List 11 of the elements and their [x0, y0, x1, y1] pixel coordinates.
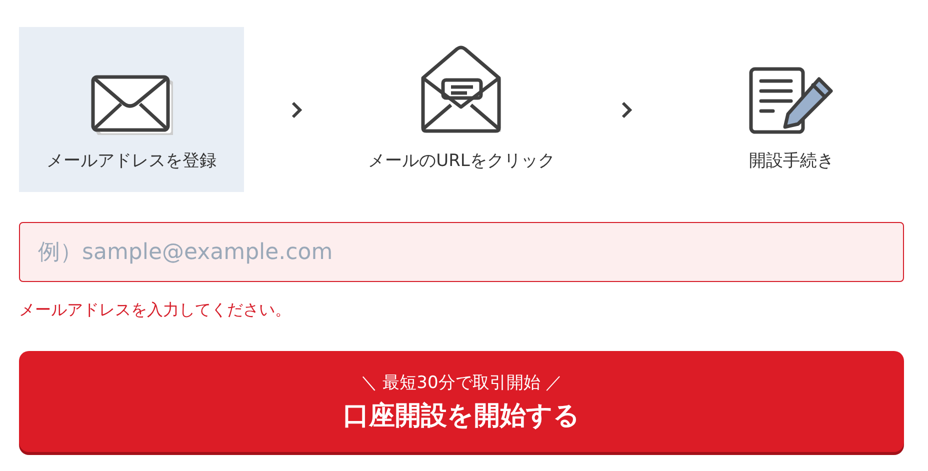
step-label: メールのURLをクリック — [368, 150, 555, 172]
open-envelope-icon — [420, 45, 502, 135]
chevron-icon — [620, 100, 632, 118]
chevron-icon — [290, 100, 302, 118]
step-label: 開設手続き — [749, 150, 834, 172]
document-pen-icon — [748, 67, 834, 135]
email-field[interactable]: 例）sample@example.com — [19, 222, 904, 282]
envelope-icon — [90, 75, 172, 135]
step-label: メールアドレスを登録 — [46, 150, 216, 172]
start-account-button[interactable]: ＼ 最短30分で取引開始 ／ 口座開設を開始する — [19, 351, 904, 452]
error-message: メールアドレスを入力してください。 — [19, 300, 292, 321]
